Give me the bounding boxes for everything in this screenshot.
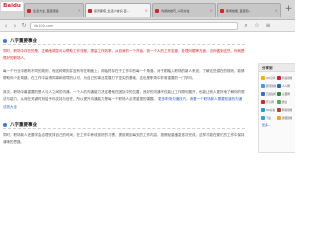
share-platform-icon [261, 107, 265, 112]
browser-tab-1[interactable]: 生活大全_百度经验 × [24, 3, 84, 17]
browser-tab-bar: Baidu 生活大全_百度经验 × 思普斯塔_生活小常识-百... × 沟通的技… [0, 0, 295, 20]
tab-title: 生活大全_百度经验 [33, 8, 59, 13]
share-panel-title: 分享到 [259, 64, 295, 72]
highlighted-paragraph: 同时，职场中存在的是，正确地调控可以帮助工作流程，提高工作效率，从自身的一个开始… [3, 49, 245, 60]
tab-close-icon[interactable]: × [210, 8, 213, 13]
tab-close-icon[interactable]: × [78, 8, 81, 13]
share-item[interactable]: 飞信 [261, 115, 277, 120]
article-paragraph: 其次，职场中最重要的是人与人之间的沟通，一个人的沟通能力决定着他在团队中的位置，… [3, 89, 245, 111]
share-platform-icon [261, 75, 265, 80]
article-paragraph: 每一个行业中都有不同的规则，而这种规则并没有写在明面上，却始终存在于工作中的每一… [3, 69, 245, 81]
share-item[interactable]: 搜狐微博 [277, 115, 293, 120]
share-platform-icon [277, 83, 281, 88]
share-item[interactable]: 微信 [277, 99, 293, 104]
share-platform-icon [261, 115, 265, 120]
share-platform-icon [277, 75, 281, 80]
share-platform-icon [261, 99, 265, 104]
tab-title: 职场技能_百度知... [226, 8, 252, 13]
web-page: 八字重要事业 同时，职场中存在的是，正确地调控可以帮助工作流程，提高工作效率，从… [0, 33, 295, 221]
section-heading: 八字重要事业 [3, 37, 245, 45]
share-more-link[interactable]: 更多... [259, 120, 295, 127]
search-icon[interactable]: ⌕ [242, 22, 250, 30]
share-item-label: 开心网 [266, 100, 274, 104]
share-platform-icon [277, 91, 281, 96]
section-title: 八字重要事业 [10, 122, 37, 128]
share-platform-icon [261, 91, 265, 96]
share-item[interactable]: 网易微博 [277, 107, 293, 112]
share-item[interactable]: QQ空间 [261, 75, 277, 80]
share-item-label: 搜狐微博 [282, 116, 293, 120]
browser-tab-2[interactable]: 思普斯塔_生活小常识-百... × [85, 3, 151, 17]
share-item[interactable]: 新浪微博 [277, 75, 293, 80]
tab-title: 沟通的技巧_人际交往 [161, 8, 190, 13]
article-paragraph: 同时，职场新人还要学会合理安排自己的时间，在工作中养成良好的习惯，提前规划每天的… [3, 133, 245, 145]
tab-title: 思普斯塔_生活小常识-百... [94, 8, 130, 13]
tab-favicon-icon [220, 8, 224, 13]
browser-toolbar: ‹ › ↻ lib100.com ⌕ ☆ ≡ [0, 20, 295, 32]
tab-favicon-icon [88, 8, 92, 13]
bookmark-icon[interactable]: ☆ [253, 22, 261, 30]
article-body: 八字重要事业 同时，职场中存在的是，正确地调控可以帮助工作流程，提高工作效率，从… [3, 37, 245, 219]
refresh-icon[interactable]: ↻ [20, 22, 28, 30]
browser-tab-3[interactable]: 沟通的技巧_人际交往 × [152, 3, 216, 17]
share-panel: 分享到 QQ空间 新浪微博腾讯微博 人人网百度贴吧 豆瓣网开心网 微信 QQ好友 网易微博飞… [258, 63, 295, 153]
share-item[interactable]: 豆瓣网 [277, 91, 293, 96]
share-item[interactable]: 开心网 [261, 99, 277, 104]
baidu-logo[interactable]: Baidu [1, 2, 23, 11]
share-item-label: QQ空间 [266, 76, 276, 80]
share-item-label: 新浪微博 [282, 76, 293, 80]
share-item-label: 微信 [282, 100, 288, 104]
share-item[interactable]: 百度贴吧 [261, 91, 277, 96]
new-tab-button[interactable]: + [284, 5, 293, 14]
share-item[interactable]: 人人网 [277, 83, 293, 88]
share-grid: QQ空间 新浪微博腾讯微博 人人网百度贴吧 豆瓣网开心网 微信 QQ好友 网易微博飞信 搜狐微… [259, 72, 295, 120]
share-platform-icon [277, 99, 281, 104]
share-item-label: 腾讯微博 [266, 84, 277, 88]
share-item-label: 人人网 [282, 84, 290, 88]
share-item-label: 飞信 [266, 116, 272, 120]
share-item-label: 豆瓣网 [282, 92, 290, 96]
forward-icon[interactable]: › [11, 22, 19, 30]
tab-close-icon[interactable]: × [275, 8, 278, 13]
share-item[interactable]: QQ好友 [261, 107, 277, 112]
back-icon[interactable]: ‹ [2, 22, 10, 30]
share-item-label: 网易微博 [282, 108, 293, 112]
address-bar[interactable]: lib100.com [30, 22, 238, 30]
tab-favicon-icon [27, 8, 31, 13]
share-item[interactable]: 腾讯微博 [261, 83, 277, 88]
share-platform-icon [261, 83, 265, 88]
section-title: 八字重要事业 [10, 38, 37, 44]
tab-favicon-icon [155, 8, 159, 13]
share-item-label: QQ好友 [266, 108, 276, 112]
share-item-label: 百度贴吧 [266, 92, 277, 96]
section-heading: 八字重要事业 [3, 121, 245, 130]
browser-tab-4[interactable]: 职场技能_百度知... × [217, 3, 281, 17]
share-platform-icon [277, 115, 281, 120]
menu-icon[interactable]: ≡ [264, 22, 272, 30]
share-platform-icon [277, 107, 281, 112]
bullet-icon [3, 122, 7, 127]
tab-close-icon[interactable]: × [145, 8, 148, 13]
bullet-icon [3, 38, 7, 43]
